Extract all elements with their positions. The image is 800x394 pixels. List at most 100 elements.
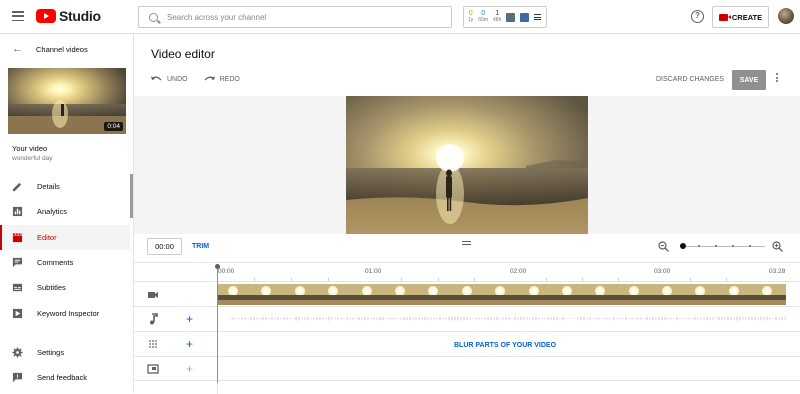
save-button[interactable]: SAVE xyxy=(732,70,766,90)
redo-label: REDO xyxy=(219,75,240,83)
blur-parts-button[interactable]: BLUR PARTS OF YOUR VIDEO xyxy=(454,342,556,349)
video-filmstrip[interactable] xyxy=(218,284,786,305)
create-button[interactable]: CREATE xyxy=(712,6,769,28)
redo-icon xyxy=(204,76,215,81)
add-blur-button[interactable]: + xyxy=(186,338,193,350)
filmstrip-frame xyxy=(485,284,520,305)
slider-tick xyxy=(749,245,751,247)
end-screen-track: + xyxy=(134,356,800,381)
filmstrip-frame xyxy=(585,284,620,305)
search-input[interactable] xyxy=(167,12,427,22)
sidebar-footer: Settings Send feedback xyxy=(0,340,130,391)
filmstrip-frame xyxy=(351,284,386,305)
chart-icon[interactable] xyxy=(506,12,516,22)
video-title: Your video xyxy=(12,144,48,153)
zoom-slider-handle[interactable] xyxy=(680,243,686,249)
ext-stat-value: 1 xyxy=(495,10,500,17)
undo-button[interactable]: UNDO xyxy=(151,75,188,83)
resize-handle-icon[interactable] xyxy=(462,241,471,247)
play-square-icon xyxy=(12,308,23,319)
extension-menu-icon[interactable] xyxy=(534,14,542,20)
ruler-label: 03:00 xyxy=(654,268,671,275)
video-subtitle: wonderful day xyxy=(12,155,53,162)
sidebar-item-label: Details xyxy=(37,182,60,192)
zoom-slider[interactable] xyxy=(680,243,765,249)
filmstrip-frame xyxy=(618,284,653,305)
sidebar-item-keyword-inspector[interactable]: Keyword Inspector xyxy=(0,300,130,325)
clapperboard-icon xyxy=(12,232,23,243)
help-icon[interactable]: ? xyxy=(691,10,704,23)
avatar[interactable] xyxy=(778,8,794,24)
sidebar-scrollbar[interactable] xyxy=(130,174,133,218)
more-options-icon[interactable] xyxy=(776,73,778,82)
extension-logo-icon[interactable] xyxy=(520,12,530,22)
filmstrip-frame xyxy=(718,284,753,305)
filmstrip-frame xyxy=(551,284,586,305)
timeline-controls: 00:00 TRIM xyxy=(134,234,800,262)
extension-widget[interactable]: 0 1y 0 60m 1 48h xyxy=(463,6,547,28)
zoom-in-icon[interactable] xyxy=(772,241,783,252)
gear-icon xyxy=(12,347,23,358)
trim-button[interactable]: TRIM xyxy=(192,243,209,250)
studio-logo[interactable]: Studio xyxy=(36,8,101,24)
sunset-beach-preview-image xyxy=(346,96,588,234)
youtube-play-icon xyxy=(36,9,56,23)
editor-main: Video editor UNDO REDO DISCARD CHANGES S… xyxy=(134,34,800,394)
audio-track: + xyxy=(134,306,800,331)
create-label: CREATE xyxy=(731,12,763,22)
sidebar-item-label: Comments xyxy=(37,258,74,268)
sidebar-item-subtitles[interactable]: Subtitles xyxy=(0,275,130,300)
add-end-screen-button[interactable]: + xyxy=(186,363,193,375)
menu-icon[interactable] xyxy=(12,11,24,21)
sidebar-nav: Details Analytics Editor Comments Subtit… xyxy=(0,174,130,326)
video-preview[interactable] xyxy=(346,96,588,234)
sidebar: ← Channel videos 0:04 Your video wonderf… xyxy=(0,34,134,393)
search-box[interactable] xyxy=(138,6,452,28)
ext-stat-3: 1 48h xyxy=(493,10,501,24)
add-audio-button[interactable]: + xyxy=(186,313,193,325)
playhead[interactable] xyxy=(215,264,220,383)
music-note-icon xyxy=(150,313,158,325)
current-time-input[interactable]: 00:00 xyxy=(147,238,182,255)
history-controls: UNDO REDO xyxy=(151,75,240,83)
ext-stat-label: 48h xyxy=(493,17,502,23)
search-icon xyxy=(149,12,158,22)
back-label: Channel videos xyxy=(36,44,88,54)
sidebar-item-settings[interactable]: Settings xyxy=(0,340,130,365)
slider-tick xyxy=(715,245,717,247)
sidebar-item-details[interactable]: Details xyxy=(0,174,130,199)
video-track xyxy=(134,281,800,306)
discard-changes-button[interactable]: DISCARD CHANGES xyxy=(656,76,724,83)
sidebar-item-send-feedback[interactable]: Send feedback xyxy=(0,365,130,390)
bar-chart-icon xyxy=(12,206,23,217)
filmstrip-frame xyxy=(384,284,419,305)
blur-track: + BLUR PARTS OF YOUR VIDEO xyxy=(134,331,800,356)
back-to-channel-videos[interactable]: ← Channel videos xyxy=(12,44,88,55)
ruler-label: 01:00 xyxy=(365,268,382,275)
audio-waveform xyxy=(230,316,786,321)
ext-stat-value: 0 xyxy=(481,10,486,17)
filmstrip-frame xyxy=(518,284,553,305)
video-camera-icon xyxy=(718,13,731,21)
sidebar-item-analytics[interactable]: Analytics xyxy=(0,199,130,224)
redo-button[interactable]: REDO xyxy=(204,75,240,83)
video-thumbnail[interactable]: 0:04 xyxy=(8,68,126,134)
ext-stat-label: 1y xyxy=(468,17,474,23)
video-camera-icon xyxy=(148,292,158,298)
undo-label: UNDO xyxy=(167,75,188,83)
filmstrip-frame xyxy=(752,284,786,305)
filmstrip-frame xyxy=(418,284,453,305)
undo-icon xyxy=(151,76,162,81)
subtitles-icon xyxy=(12,282,23,293)
comment-icon xyxy=(12,257,23,268)
zoom-out-icon[interactable] xyxy=(658,241,669,252)
ruler-label: 00:00 xyxy=(218,268,235,275)
sidebar-item-editor[interactable]: Editor xyxy=(0,224,130,251)
ext-stat-value: 0 xyxy=(468,10,473,17)
ruler-label: 02:00 xyxy=(510,268,527,275)
sidebar-item-label: Analytics xyxy=(37,207,68,217)
timeline: 00:00 01:00 02:00 03:00 03:28 + + BLUR P… xyxy=(134,262,800,394)
pencil-icon xyxy=(12,181,23,192)
sidebar-item-comments[interactable]: Comments xyxy=(0,250,130,275)
duration-badge: 0:04 xyxy=(104,122,123,131)
